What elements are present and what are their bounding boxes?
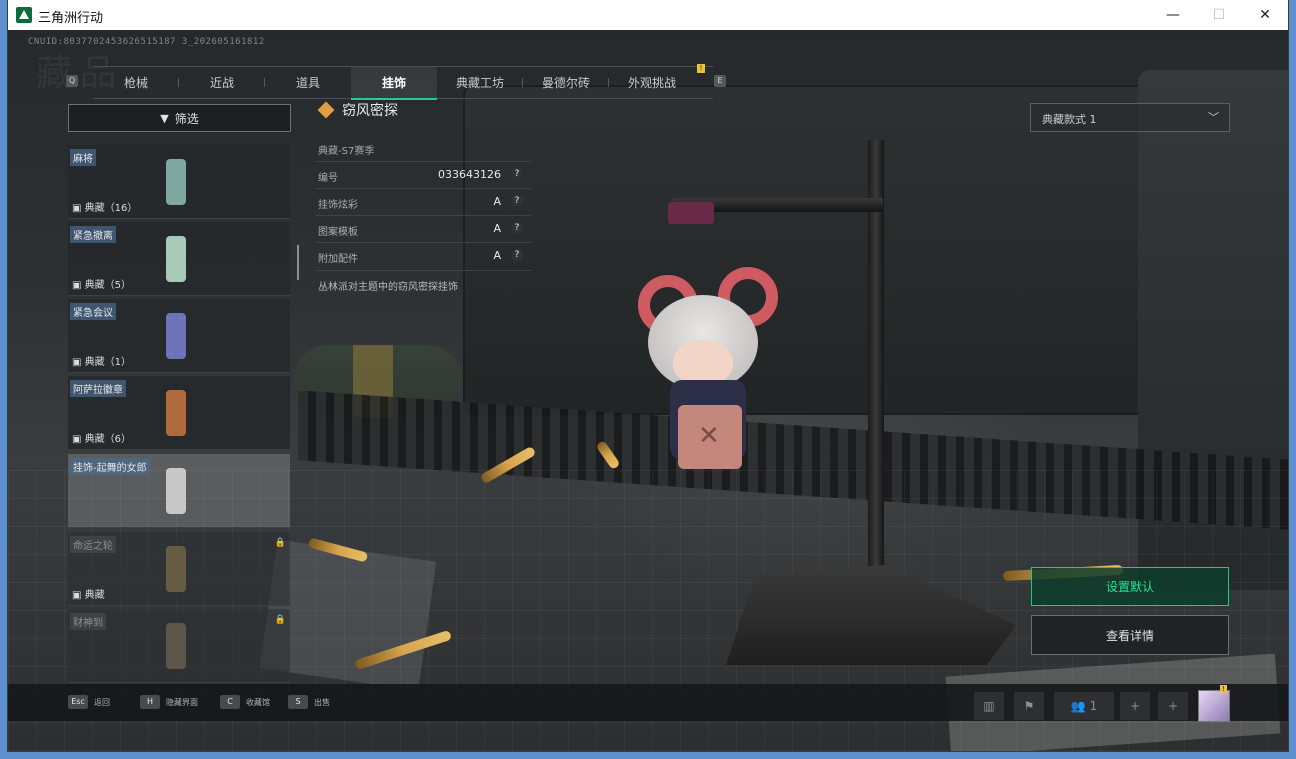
background-crate xyxy=(463,85,1163,415)
charm-thumbnail xyxy=(166,159,186,205)
collection-count: ▣ 典藏 xyxy=(72,590,105,601)
collection-hall-hint[interactable]: C 收藏馆 xyxy=(220,692,270,712)
divider xyxy=(316,270,531,271)
lock-icon: 🔒 xyxy=(274,615,286,625)
detail-header: 窃风密探 xyxy=(316,100,398,120)
add-teammate-icon[interactable]: + xyxy=(1120,692,1150,720)
title-bar: 三角洲行动 — ☐ ✕ xyxy=(8,0,1288,30)
collection-count: ▣ 典藏（5） xyxy=(72,280,132,291)
attr-row-color: 挂饰炫彩 A ? xyxy=(316,188,531,215)
list-item[interactable]: 紧急会议 ▣ 典藏（1） xyxy=(68,299,290,373)
collection-list: 麻将 ▣ 典藏（16） 紧急撤离 ▣ 典藏（5） 紧急会议 ▣ 典藏（1） 阿萨… xyxy=(68,145,290,685)
tab-notification-badge: ! xyxy=(697,64,705,73)
help-icon[interactable]: ? xyxy=(511,222,523,234)
avatar-notification-badge: ! xyxy=(1220,685,1227,694)
figure-jerrycan xyxy=(678,405,742,469)
sell-hint[interactable]: S 出售 xyxy=(288,692,330,712)
collection-count: ▣ 典藏（16） xyxy=(72,203,138,214)
list-item-locked[interactable]: 命运之轮 🔒 ▣ 典藏 xyxy=(68,532,290,606)
attr-row-accessory: 附加配件 A ? xyxy=(316,242,531,269)
tab-props[interactable]: 道具 xyxy=(265,67,351,98)
minimize-icon[interactable]: — xyxy=(1150,0,1196,30)
stats-icon[interactable]: ▥ xyxy=(974,692,1004,720)
party-icon: 👥 xyxy=(1070,699,1086,713)
lock-icon: 🔒 xyxy=(274,538,286,548)
party-button[interactable]: 👥 1 xyxy=(1054,692,1114,720)
attr-row-serial: 编号 033643126 ? xyxy=(316,161,531,188)
tab-appearance-challenge[interactable]: 外观挑战 xyxy=(609,67,695,98)
collection-count: ▣ 典藏（6） xyxy=(72,434,132,445)
view-details-button[interactable]: 查看详情 xyxy=(1031,615,1229,655)
list-item[interactable]: 紧急撤离 ▣ 典藏（5） xyxy=(68,222,290,296)
list-item[interactable]: 阿萨拉徽章 ▣ 典藏（6） xyxy=(68,376,290,450)
collection-count: ▣ 典藏（1） xyxy=(72,357,132,368)
display-stand-clip xyxy=(668,202,714,224)
window-title: 三角洲行动 xyxy=(38,11,104,26)
charm-figure[interactable] xyxy=(628,255,788,475)
flag-icon[interactable]: ⚑ xyxy=(1014,692,1044,720)
app-logo-icon xyxy=(16,7,32,23)
help-icon[interactable]: ? xyxy=(511,168,523,180)
filter-icon: ▼ xyxy=(160,111,169,125)
list-item-selected[interactable]: 挂饰-起舞的女郎 xyxy=(68,454,290,528)
tab-next-key[interactable]: E xyxy=(714,75,726,87)
figure-face xyxy=(673,340,733,385)
charm-thumbnail xyxy=(166,623,186,669)
game-window: 三角洲行动 — ☐ ✕ CNUID:8037702453626515187 3_… xyxy=(8,0,1288,751)
tab-mandel-brick[interactable]: 曼德尔砖 xyxy=(523,67,609,98)
esc-back-hint[interactable]: Esc 返回 xyxy=(68,692,110,712)
tab-charms[interactable]: 挂饰 xyxy=(351,67,437,100)
set-default-button[interactable]: 设置默认 xyxy=(1031,567,1229,606)
charm-thumbnail xyxy=(166,236,186,282)
style-dropdown[interactable]: 典藏款式 1 ﹀ xyxy=(1030,103,1230,132)
charm-season: 典藏-S7赛季 xyxy=(318,146,375,157)
avatar[interactable] xyxy=(1198,690,1230,722)
tab-prev-key[interactable]: Q xyxy=(66,75,78,87)
tab-melee[interactable]: 近战 xyxy=(179,67,265,98)
attr-row-pattern: 图案模板 A ? xyxy=(316,215,531,242)
tab-firearms[interactable]: 枪械 xyxy=(93,67,179,98)
list-item-locked[interactable]: 财神到 🔒 xyxy=(68,609,290,683)
rarity-diamond-icon xyxy=(317,101,335,119)
maximize-icon[interactable]: ☐ xyxy=(1196,0,1242,30)
tab-collection-workshop[interactable]: 典藏工坊 xyxy=(437,67,523,98)
list-item[interactable]: 麻将 ▣ 典藏（16） xyxy=(68,145,290,219)
charm-thumbnail xyxy=(166,546,186,592)
charm-name: 窃风密探 xyxy=(342,103,398,119)
filter-button[interactable]: ▼ 筛选 xyxy=(68,104,291,132)
close-icon[interactable]: ✕ xyxy=(1242,0,1288,30)
charm-description: 丛林派对主题中的窃风密探挂饰 xyxy=(318,282,458,293)
add-teammate-icon[interactable]: + xyxy=(1158,692,1188,720)
charm-thumbnail xyxy=(166,313,186,359)
chevron-down-icon: ﹀ xyxy=(1208,111,1219,124)
charm-thumbnail xyxy=(166,390,186,436)
charm-thumbnail xyxy=(166,468,186,514)
help-icon[interactable]: ? xyxy=(511,249,523,261)
category-tabs: 枪械 近战 道具 挂饰 典藏工坊 曼德尔砖 外观挑战 xyxy=(93,66,713,100)
help-icon[interactable]: ? xyxy=(511,195,523,207)
list-scrollbar[interactable] xyxy=(297,245,299,280)
hide-ui-hint[interactable]: H 隐藏界面 xyxy=(140,692,198,712)
